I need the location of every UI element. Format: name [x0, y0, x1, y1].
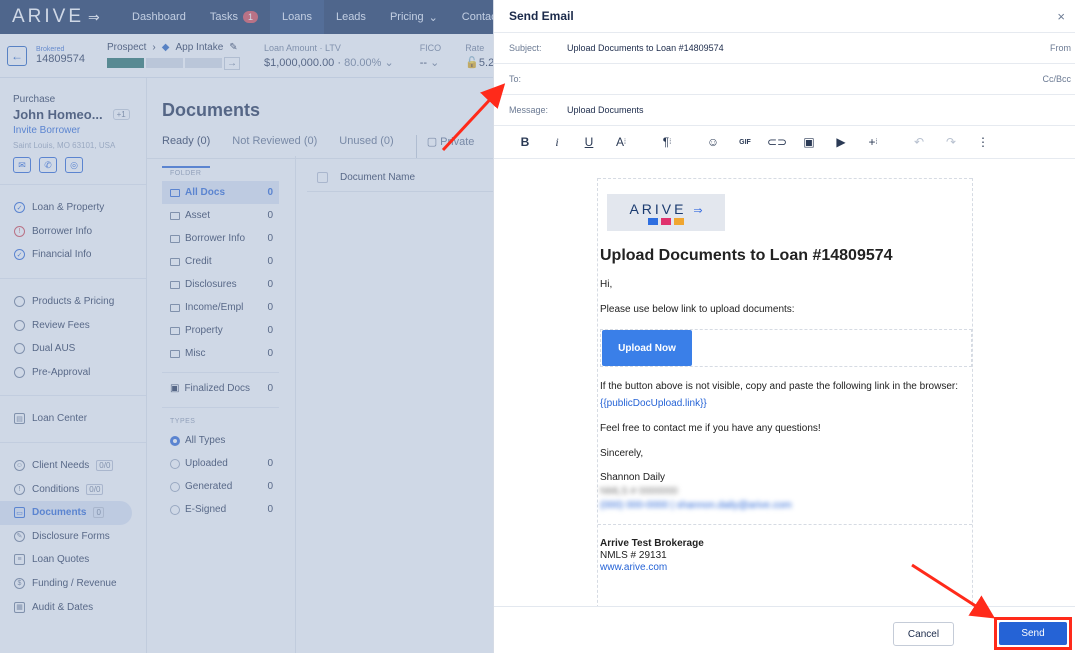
- close-icon[interactable]: ×: [1057, 9, 1065, 24]
- video-icon[interactable]: ▶: [825, 130, 857, 154]
- message-label: Message:: [509, 105, 549, 115]
- editor-toolbar: B i U A ⁞ ¶ ⁞ ☺ GIF ⊂⊃ ▣ ▶ + ⁞ ↶ ↷ ⋮: [494, 126, 1075, 159]
- company-website-link[interactable]: www.arive.com: [600, 562, 667, 573]
- sender-nmls-redacted: NMLS # 0000000: [600, 486, 678, 497]
- undo-icon[interactable]: ↶: [903, 130, 935, 154]
- panel-title: Send Email: [509, 9, 574, 23]
- email-closing: Sincerely,: [600, 448, 644, 459]
- font-size-icon[interactable]: A ⁞: [605, 130, 637, 154]
- to-label: To:: [509, 74, 522, 84]
- arive-email-logo: ARIVE ⇒: [607, 194, 725, 231]
- email-greeting: Hi,: [600, 279, 613, 290]
- send-button[interactable]: Send: [999, 622, 1067, 645]
- upload-now-button[interactable]: Upload Now: [602, 330, 692, 366]
- sender-contact-redacted: (000) 000-0000 | shannon.daily@arive.com: [600, 500, 792, 511]
- to-row: To: Cc/Bcc: [494, 64, 1075, 95]
- more-options-icon[interactable]: ⋮: [967, 130, 999, 154]
- subject-label: Subject:: [509, 43, 542, 53]
- panel-header: Send Email ×: [494, 0, 1075, 33]
- panel-footer: Cancel Send: [494, 606, 1075, 653]
- italic-icon[interactable]: i: [541, 130, 573, 154]
- email-heading: Upload Documents to Loan #14809574: [600, 247, 893, 264]
- image-icon[interactable]: ▣: [793, 130, 825, 154]
- insert-more-icon[interactable]: + ⁞: [857, 130, 889, 154]
- upload-link[interactable]: {{publicDocUpload.link}}: [600, 398, 972, 409]
- paragraph-icon[interactable]: ¶ ⁞: [651, 130, 683, 154]
- email-logo-text: ARIVE: [629, 200, 687, 217]
- sender-name: Shannon Daily: [600, 472, 666, 483]
- template-top-border: [598, 178, 972, 179]
- cc-bcc-toggle[interactable]: Cc/Bcc: [1042, 74, 1071, 84]
- underline-icon[interactable]: U: [573, 130, 605, 154]
- emoji-icon[interactable]: ☺: [697, 130, 729, 154]
- email-body-editor[interactable]: ARIVE ⇒ Upload Documents to Loan #148095…: [494, 163, 1075, 606]
- upload-button-block: Upload Now: [600, 329, 972, 367]
- email-fallback-text: If the button above is not visible, copy…: [600, 381, 958, 392]
- send-email-panel: Send Email × Subject: Upload Documents to …: [493, 0, 1075, 653]
- message-template-field[interactable]: Upload Documents: [567, 105, 644, 115]
- logo-product-badges: [648, 217, 684, 225]
- email-signature: Shannon Daily NMLS # 0000000 (000) 000-0…: [600, 471, 972, 513]
- gif-icon[interactable]: GIF: [729, 130, 761, 154]
- email-contact-text: Feel free to contact me if you have any …: [600, 423, 821, 434]
- to-field[interactable]: [567, 69, 1075, 89]
- cancel-button[interactable]: Cancel: [893, 622, 954, 646]
- company-name: Arrive Test Brokerage: [600, 538, 704, 549]
- bold-icon[interactable]: B: [509, 130, 541, 154]
- redo-icon[interactable]: ↷: [935, 130, 967, 154]
- email-template: ARIVE ⇒ Upload Documents to Loan #148095…: [597, 178, 973, 606]
- link-icon[interactable]: ⊂⊃: [761, 130, 793, 154]
- subject-row: Subject: Upload Documents to Loan #148095…: [494, 33, 1075, 64]
- company-nmls: NMLS # 29131: [600, 550, 667, 561]
- modal-backdrop-tint: [0, 0, 493, 653]
- email-instruction: Please use below link to upload document…: [600, 304, 795, 315]
- logo-arrow-icon: ⇒: [693, 204, 703, 217]
- send-button-highlight: Send: [994, 617, 1072, 650]
- company-block: Arrive Test Brokerage NMLS # 29131 www.a…: [598, 524, 972, 574]
- message-row: Message: Upload Documents: [494, 95, 1075, 126]
- subject-field[interactable]: Upload Documents to Loan #14809574: [567, 43, 724, 53]
- from-selector[interactable]: From: [1050, 43, 1071, 53]
